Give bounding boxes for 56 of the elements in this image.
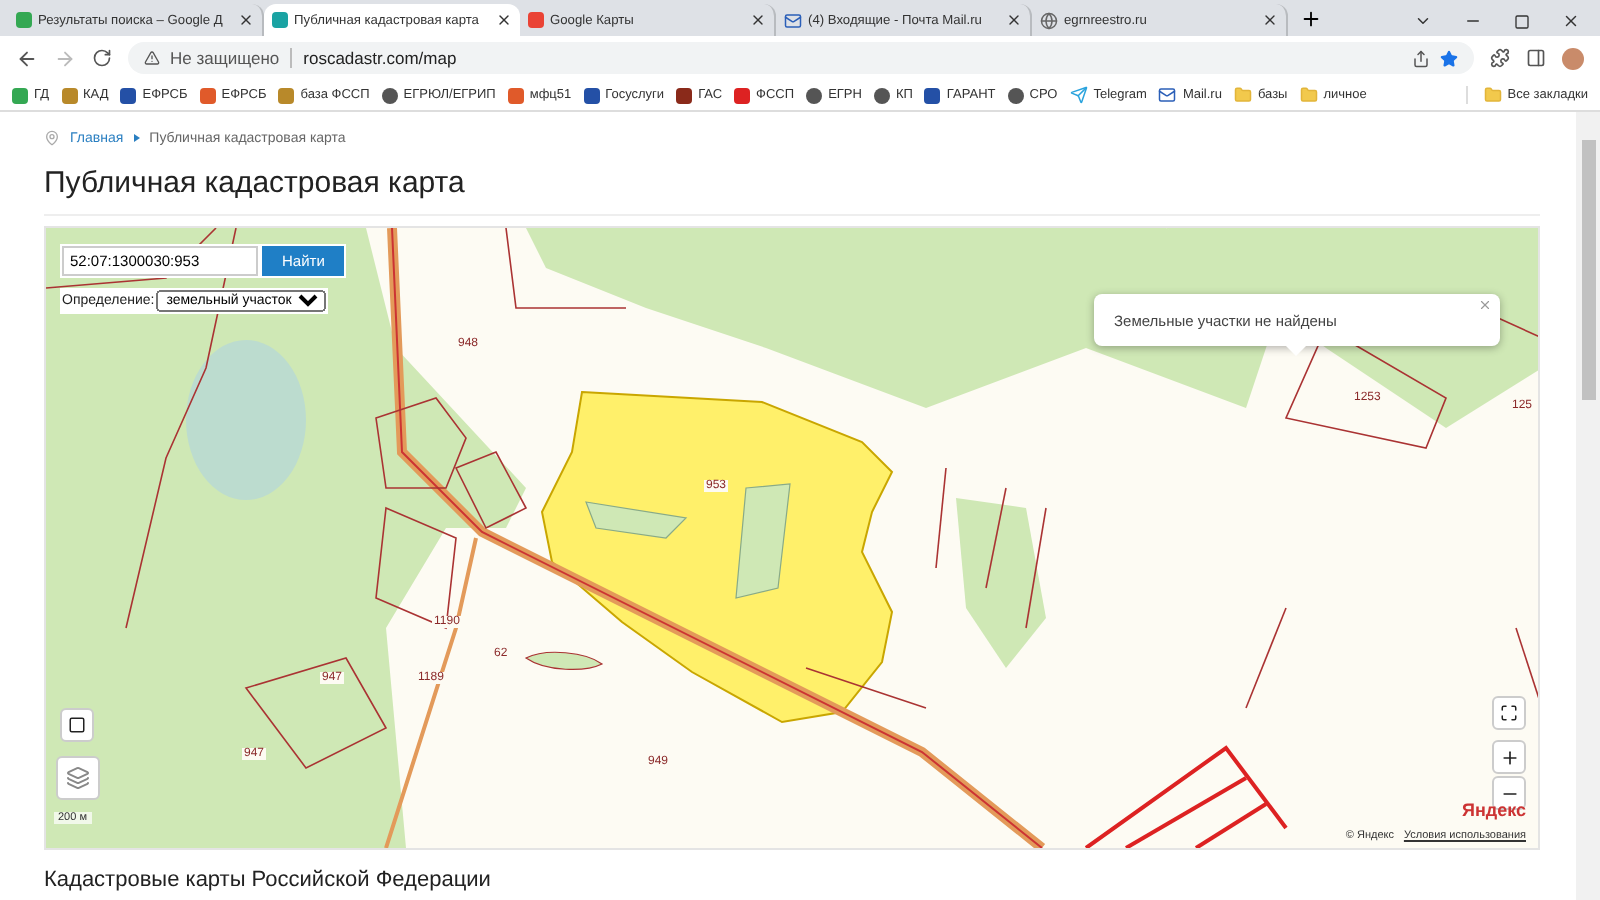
site-logo-icon	[528, 12, 544, 28]
folder-icon	[1299, 86, 1318, 104]
page-title: Публичная кадастровая карта	[44, 166, 1540, 216]
square-icon	[68, 716, 86, 734]
close-icon[interactable]	[496, 12, 512, 28]
layers-button[interactable]	[56, 756, 100, 800]
section-heading: Кадастровые карты Российской Федерации	[44, 868, 493, 892]
back-icon[interactable]	[16, 47, 38, 69]
close-icon[interactable]	[1262, 12, 1278, 28]
site-logo-icon	[61, 87, 77, 103]
site-logo-icon	[12, 87, 28, 103]
site-logo-icon	[16, 12, 32, 28]
folder-icon	[1483, 86, 1502, 104]
address-field[interactable]: Не защищено roscadastr.com/map	[128, 42, 1474, 74]
ruler-button[interactable]	[60, 708, 94, 742]
reload-icon[interactable]	[92, 48, 112, 68]
share-icon[interactable]	[1412, 49, 1430, 67]
site-logo-icon	[120, 87, 137, 103]
round-logo-icon	[873, 87, 890, 103]
round-logo-icon	[806, 87, 823, 103]
folder-icon	[1233, 86, 1252, 104]
site-logo-icon	[272, 12, 288, 28]
avatar-icon[interactable]	[1562, 47, 1584, 69]
site-logo-icon	[734, 87, 751, 103]
warning-icon	[144, 50, 160, 66]
site-logo-icon	[924, 87, 941, 103]
fullscreen-icon	[1500, 704, 1518, 722]
zoom-in-button[interactable]	[1492, 740, 1526, 774]
side-panel-icon[interactable]	[1526, 48, 1546, 68]
popup-pointer-icon	[1286, 346, 1306, 356]
site-logo-icon	[199, 87, 216, 103]
close-icon[interactable]	[750, 12, 766, 28]
maximize-icon[interactable]	[1514, 13, 1530, 29]
layers-icon	[66, 766, 90, 790]
pin-icon	[44, 130, 60, 146]
envelope-icon	[784, 11, 802, 29]
round-logo-icon	[1007, 87, 1024, 103]
breadcrumb-separator-icon	[133, 134, 140, 142]
plus-icon	[1499, 747, 1519, 767]
close-icon[interactable]	[1006, 12, 1022, 28]
extensions-icon[interactable]	[1490, 48, 1510, 68]
map-provider-logo: Яндекс	[1461, 800, 1526, 820]
site-logo-icon	[676, 87, 693, 103]
star-icon[interactable]	[1440, 49, 1458, 67]
round-logo-icon	[381, 87, 398, 103]
site-logo-icon	[583, 87, 600, 103]
close-icon[interactable]	[1562, 12, 1580, 30]
site-logo-icon	[278, 87, 295, 103]
globe-icon	[1040, 11, 1058, 29]
new-tab-icon[interactable]	[1300, 8, 1322, 30]
paper-plane-icon	[1069, 86, 1088, 104]
close-icon[interactable]	[238, 12, 254, 28]
envelope-icon	[1158, 86, 1177, 104]
site-logo-icon	[507, 87, 524, 103]
chevron-down-icon[interactable]	[1414, 12, 1432, 30]
fullscreen-button[interactable]	[1492, 696, 1526, 730]
